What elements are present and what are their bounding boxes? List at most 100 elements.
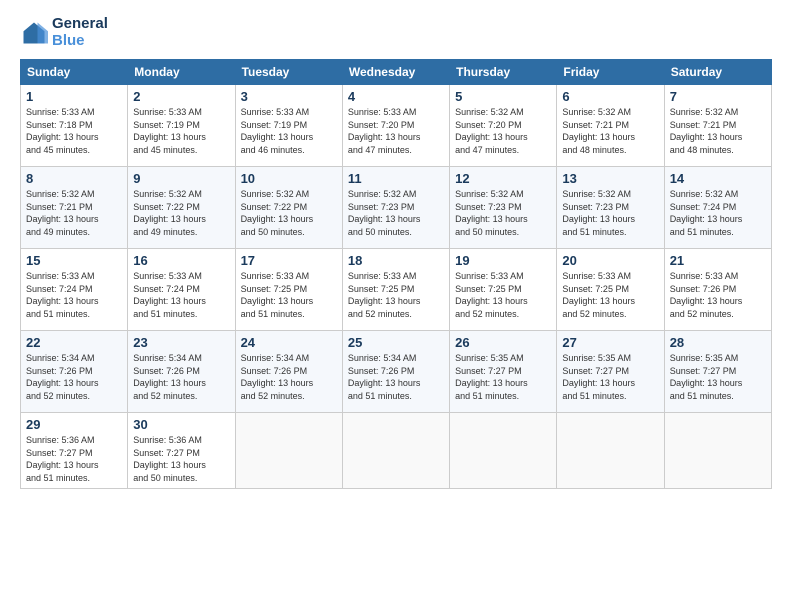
day-number: 24 — [241, 335, 337, 350]
calendar-cell: 13Sunrise: 5:32 AM Sunset: 7:23 PM Dayli… — [557, 167, 664, 249]
day-number: 3 — [241, 89, 337, 104]
day-number: 20 — [562, 253, 658, 268]
day-number: 10 — [241, 171, 337, 186]
day-number: 22 — [26, 335, 122, 350]
calendar-cell: 21 Sunrise: 5:33 AM Sunset: 7:26 PM Dayli… — [664, 249, 771, 331]
day-info: Sunrise: 5:34 AM Sunset: 7:26 PM Dayligh… — [133, 352, 229, 402]
calendar-cell: 18Sunrise: 5:33 AM Sunset: 7:25 PM Dayli… — [342, 249, 449, 331]
day-info: Sunrise: 5:32 AM Sunset: 7:23 PM Dayligh… — [348, 188, 444, 238]
day-info: Sunrise: 5:32 AM Sunset: 7:21 PM Dayligh… — [562, 106, 658, 156]
calendar-cell: 28 Sunrise: 5:35 AM Sunset: 7:27 PM Dayli… — [664, 331, 771, 413]
day-number: 8 — [26, 171, 122, 186]
calendar-cell — [235, 413, 342, 489]
calendar-week-2: 8Sunrise: 5:32 AM Sunset: 7:21 PM Daylig… — [21, 167, 772, 249]
calendar-cell: 22 Sunrise: 5:34 AM Sunset: 7:26 PM Dayli… — [21, 331, 128, 413]
day-info: Sunrise: 5:33 AM Sunset: 7:25 PM Dayligh… — [348, 270, 444, 320]
day-info: Sunrise: 5:32 AM Sunset: 7:23 PM Dayligh… — [455, 188, 551, 238]
day-info: Sunrise: 5:35 AM Sunset: 7:27 PM Dayligh… — [562, 352, 658, 402]
calendar-cell: 29 Sunrise: 5:36 AM Sunset: 7:27 PM Dayli… — [21, 413, 128, 489]
calendar-cell: 12 Sunrise: 5:32 AM Sunset: 7:23 PM Dayli… — [450, 167, 557, 249]
weekday-header-wednesday: Wednesday — [342, 60, 449, 85]
day-number: 30 — [133, 417, 229, 432]
calendar-cell: 6 Sunrise: 5:32 AM Sunset: 7:21 PM Daylig… — [557, 85, 664, 167]
weekday-header-row: SundayMondayTuesdayWednesdayThursdayFrid… — [21, 60, 772, 85]
day-info: Sunrise: 5:36 AM Sunset: 7:27 PM Dayligh… — [26, 434, 122, 484]
day-number: 15 — [26, 253, 122, 268]
logo: General Blue — [20, 16, 108, 49]
day-info: Sunrise: 5:33 AM Sunset: 7:19 PM Dayligh… — [241, 106, 337, 156]
calendar-cell — [450, 413, 557, 489]
day-info: Sunrise: 5:33 AM Sunset: 7:18 PM Dayligh… — [26, 106, 122, 156]
day-info: Sunrise: 5:32 AM Sunset: 7:21 PM Dayligh… — [670, 106, 766, 156]
calendar-cell — [342, 413, 449, 489]
day-info: Sunrise: 5:32 AM Sunset: 7:24 PM Dayligh… — [670, 188, 766, 238]
calendar-cell: 20 Sunrise: 5:33 AM Sunset: 7:25 PM Dayli… — [557, 249, 664, 331]
day-info: Sunrise: 5:34 AM Sunset: 7:26 PM Dayligh… — [26, 352, 122, 402]
weekday-header-sunday: Sunday — [21, 60, 128, 85]
day-number: 26 — [455, 335, 551, 350]
day-number: 11 — [348, 171, 444, 186]
calendar-week-4: 22 Sunrise: 5:34 AM Sunset: 7:26 PM Dayli… — [21, 331, 772, 413]
calendar-cell: 14Sunrise: 5:32 AM Sunset: 7:24 PM Dayli… — [664, 167, 771, 249]
calendar-table: SundayMondayTuesdayWednesdayThursdayFrid… — [20, 59, 772, 489]
weekday-header-thursday: Thursday — [450, 60, 557, 85]
calendar-week-1: 1 Sunrise: 5:33 AM Sunset: 7:18 PM Daylig… — [21, 85, 772, 167]
calendar-cell: 7 Sunrise: 5:32 AM Sunset: 7:21 PM Daylig… — [664, 85, 771, 167]
calendar-cell: 5Sunrise: 5:32 AM Sunset: 7:20 PM Daylig… — [450, 85, 557, 167]
day-info: Sunrise: 5:35 AM Sunset: 7:27 PM Dayligh… — [455, 352, 551, 402]
calendar-cell: 2Sunrise: 5:33 AM Sunset: 7:19 PM Daylig… — [128, 85, 235, 167]
calendar-cell: 25Sunrise: 5:34 AM Sunset: 7:26 PM Dayli… — [342, 331, 449, 413]
calendar-cell: 19Sunrise: 5:33 AM Sunset: 7:25 PM Dayli… — [450, 249, 557, 331]
weekday-header-saturday: Saturday — [664, 60, 771, 85]
day-info: Sunrise: 5:33 AM Sunset: 7:25 PM Dayligh… — [241, 270, 337, 320]
weekday-header-friday: Friday — [557, 60, 664, 85]
day-info: Sunrise: 5:34 AM Sunset: 7:26 PM Dayligh… — [348, 352, 444, 402]
day-number: 4 — [348, 89, 444, 104]
calendar-cell: 8Sunrise: 5:32 AM Sunset: 7:21 PM Daylig… — [21, 167, 128, 249]
day-info: Sunrise: 5:33 AM Sunset: 7:25 PM Dayligh… — [455, 270, 551, 320]
calendar-cell: 24 Sunrise: 5:34 AM Sunset: 7:26 PM Dayli… — [235, 331, 342, 413]
day-number: 21 — [670, 253, 766, 268]
day-info: Sunrise: 5:35 AM Sunset: 7:27 PM Dayligh… — [670, 352, 766, 402]
day-info: Sunrise: 5:32 AM Sunset: 7:22 PM Dayligh… — [133, 188, 229, 238]
logo-icon — [20, 19, 48, 47]
day-number: 1 — [26, 89, 122, 104]
day-number: 17 — [241, 253, 337, 268]
calendar-cell: 4 Sunrise: 5:33 AM Sunset: 7:20 PM Daylig… — [342, 85, 449, 167]
day-info: Sunrise: 5:32 AM Sunset: 7:22 PM Dayligh… — [241, 188, 337, 238]
day-number: 6 — [562, 89, 658, 104]
calendar-week-5: 29 Sunrise: 5:36 AM Sunset: 7:27 PM Dayli… — [21, 413, 772, 489]
weekday-header-tuesday: Tuesday — [235, 60, 342, 85]
day-number: 16 — [133, 253, 229, 268]
calendar-week-3: 15 Sunrise: 5:33 AM Sunset: 7:24 PM Dayli… — [21, 249, 772, 331]
calendar-cell — [557, 413, 664, 489]
day-number: 28 — [670, 335, 766, 350]
calendar-cell: 9 Sunrise: 5:32 AM Sunset: 7:22 PM Daylig… — [128, 167, 235, 249]
day-info: Sunrise: 5:33 AM Sunset: 7:24 PM Dayligh… — [26, 270, 122, 320]
weekday-header-monday: Monday — [128, 60, 235, 85]
calendar-cell — [664, 413, 771, 489]
calendar-cell: 23Sunrise: 5:34 AM Sunset: 7:26 PM Dayli… — [128, 331, 235, 413]
day-info: Sunrise: 5:34 AM Sunset: 7:26 PM Dayligh… — [241, 352, 337, 402]
day-number: 29 — [26, 417, 122, 432]
day-number: 13 — [562, 171, 658, 186]
day-info: Sunrise: 5:33 AM Sunset: 7:20 PM Dayligh… — [348, 106, 444, 156]
day-number: 27 — [562, 335, 658, 350]
calendar-cell: 16 Sunrise: 5:33 AM Sunset: 7:24 PM Dayli… — [128, 249, 235, 331]
day-info: Sunrise: 5:33 AM Sunset: 7:19 PM Dayligh… — [133, 106, 229, 156]
calendar-cell: 15 Sunrise: 5:33 AM Sunset: 7:24 PM Dayli… — [21, 249, 128, 331]
day-info: Sunrise: 5:33 AM Sunset: 7:26 PM Dayligh… — [670, 270, 766, 320]
day-info: Sunrise: 5:32 AM Sunset: 7:20 PM Dayligh… — [455, 106, 551, 156]
day-number: 7 — [670, 89, 766, 104]
day-info: Sunrise: 5:33 AM Sunset: 7:25 PM Dayligh… — [562, 270, 658, 320]
day-info: Sunrise: 5:33 AM Sunset: 7:24 PM Dayligh… — [133, 270, 229, 320]
calendar-cell: 1 Sunrise: 5:33 AM Sunset: 7:18 PM Daylig… — [21, 85, 128, 167]
calendar-cell: 26 Sunrise: 5:35 AM Sunset: 7:27 PM Dayli… — [450, 331, 557, 413]
day-number: 9 — [133, 171, 229, 186]
day-number: 12 — [455, 171, 551, 186]
calendar-cell: 3 Sunrise: 5:33 AM Sunset: 7:19 PM Daylig… — [235, 85, 342, 167]
calendar-cell: 11 Sunrise: 5:32 AM Sunset: 7:23 PM Dayli… — [342, 167, 449, 249]
calendar-cell: 17 Sunrise: 5:33 AM Sunset: 7:25 PM Dayli… — [235, 249, 342, 331]
page-header: General Blue — [20, 16, 772, 49]
day-info: Sunrise: 5:36 AM Sunset: 7:27 PM Dayligh… — [133, 434, 229, 484]
